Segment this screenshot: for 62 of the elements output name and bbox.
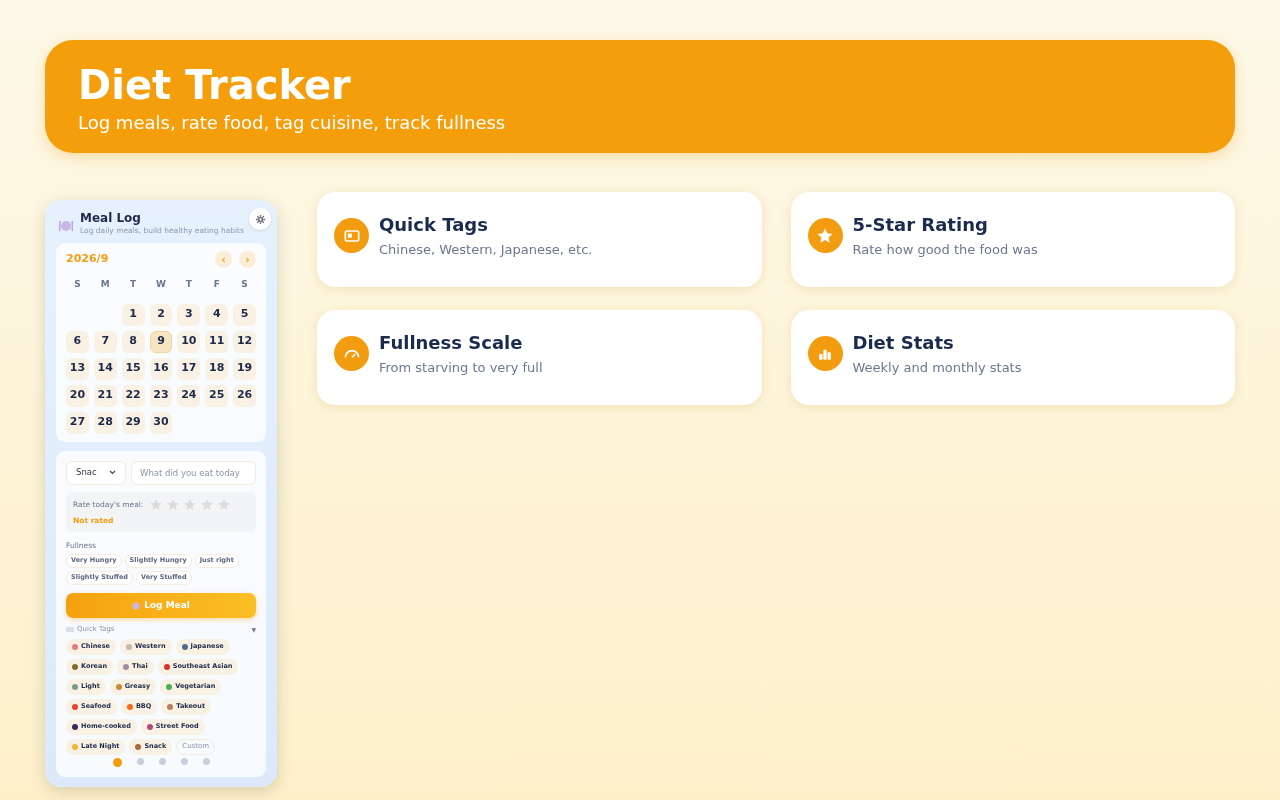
feature-title: 5-Star Rating (852, 212, 989, 237)
calendar-day[interactable]: 15 (121, 357, 145, 380)
calendar-day[interactable]: 21 (93, 384, 117, 407)
calendar-day[interactable]: 11 (205, 330, 229, 353)
calendar-day[interactable]: 10 (177, 330, 201, 353)
feature-title: Fullness Scale (379, 330, 524, 355)
feature-title: Diet Stats (852, 330, 955, 355)
calendar-day[interactable]: 1 (121, 303, 145, 326)
feature-title: Quick Tags (379, 212, 489, 237)
calendar-day[interactable]: 29 (121, 411, 145, 434)
month-label: 2026/9 (66, 251, 109, 268)
calendar-day[interactable]: 24 (177, 384, 201, 407)
calendar-day[interactable]: 27 (66, 411, 89, 434)
calendar-day[interactable]: 3 (177, 303, 201, 326)
calendar-day[interactable]: 30 (149, 411, 173, 434)
star-icon[interactable] (166, 497, 181, 512)
calendar-day[interactable]: 13 (66, 357, 89, 380)
weekday-label: T (184, 278, 193, 291)
star-icon[interactable] (217, 497, 232, 512)
plate-icon (132, 601, 141, 610)
calendar-day[interactable]: 4 (205, 303, 229, 326)
app-title: Diet Tracker (78, 61, 352, 110)
food-input-field[interactable]: What did you eat today (131, 460, 256, 485)
calendar-day[interactable]: 6 (66, 330, 89, 353)
panel-title: Meal Log (80, 210, 142, 226)
calendar-day[interactable]: 17 (177, 357, 201, 380)
calendar-day[interactable]: 22 (121, 384, 145, 407)
calendar-day[interactable]: 16 (149, 357, 173, 380)
feature-description: From starving to very full (379, 358, 543, 377)
calendar-day[interactable]: 7 (93, 330, 117, 353)
settings-icon (254, 213, 266, 225)
tag-icon (66, 626, 74, 632)
star-rating[interactable] (149, 497, 232, 512)
settings-button[interactable] (249, 208, 271, 230)
calendar-day[interactable]: 25 (205, 384, 229, 407)
weekday-label: F (212, 278, 221, 291)
calendar-day[interactable]: 12 (233, 330, 256, 353)
weekday-label: W (155, 278, 167, 291)
star-icon[interactable] (149, 497, 164, 512)
star-icon[interactable] (200, 497, 215, 512)
calendar-day[interactable]: 9 (149, 330, 173, 353)
calendar-day[interactable]: 20 (66, 384, 89, 407)
app-subtitle: Log meals, rate food, tag cuisine, track fullness (78, 111, 507, 135)
calendar-day[interactable]: 18 (205, 357, 229, 380)
weekday-label: M (99, 278, 111, 291)
calendar-day[interactable]: 26 (233, 384, 256, 407)
calendar-day[interactable]: 5 (233, 303, 256, 326)
calendar-day[interactable]: 8 (121, 330, 145, 353)
calendar-day[interactable]: 14 (93, 357, 117, 380)
star-icon[interactable] (183, 497, 198, 512)
feature-description: Chinese, Western, Japanese, etc. (379, 240, 593, 259)
calendar-day[interactable]: 28 (93, 411, 117, 434)
feature-description: Weekly and monthly stats (852, 358, 1022, 377)
meal-type-select[interactable]: Snac (66, 460, 126, 485)
weekday-label: S (73, 278, 82, 291)
feature-description: Rate how good the food was (852, 240, 1038, 259)
weekday-label: S (240, 278, 249, 291)
chevron-down-icon (109, 470, 116, 475)
calendar-day[interactable]: 19 (233, 357, 256, 380)
calendar-day[interactable]: 23 (149, 384, 173, 407)
weekday-label: T (129, 278, 138, 291)
calendar-day[interactable]: 2 (149, 303, 173, 326)
